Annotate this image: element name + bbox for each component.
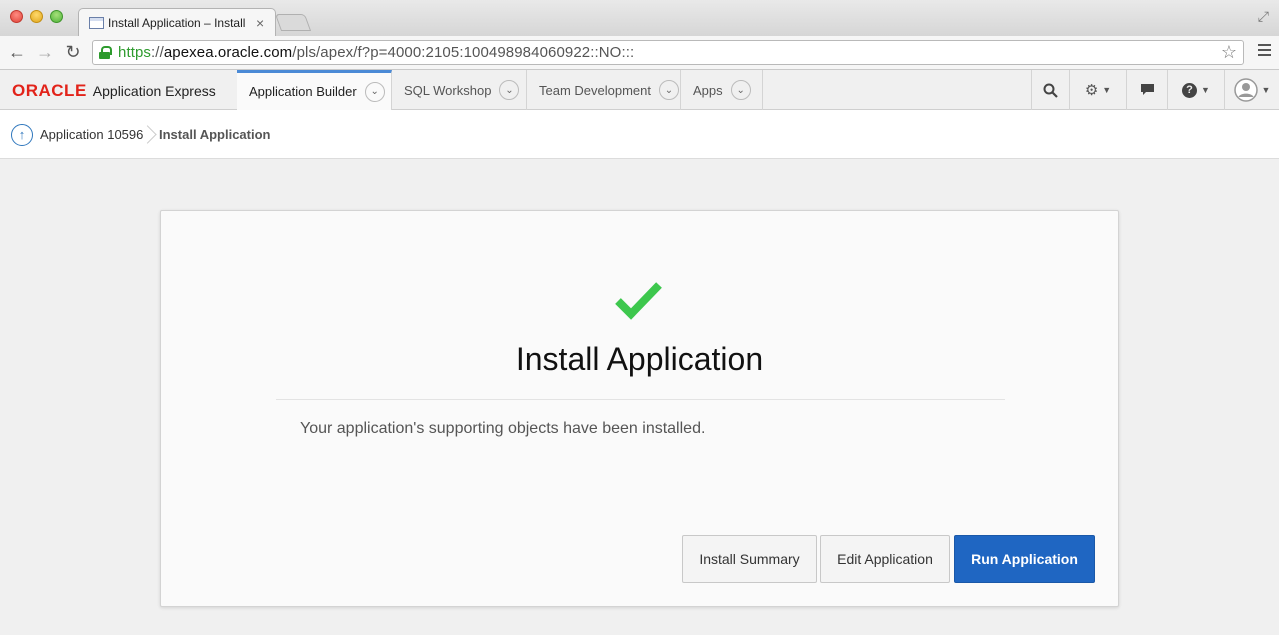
dialog-title: Install Application bbox=[515, 341, 764, 377]
url-host: apexea.oracle.com bbox=[163, 44, 293, 61]
tab-sql-workshop[interactable]: SQL Workshop ⌄ bbox=[392, 70, 527, 110]
breadcrumb-parent-link[interactable]: Application 10596 bbox=[40, 127, 143, 142]
url-path: /pls/apex/f?p=4000:2105:100498984060922:… bbox=[292, 44, 635, 61]
success-check-icon bbox=[615, 282, 662, 320]
forward-button[interactable]: → bbox=[35, 42, 55, 62]
tab-label: SQL Workshop bbox=[404, 82, 492, 98]
chevron-down-icon[interactable]: ⌄ bbox=[730, 80, 751, 100]
tab-title: Install Application – Install bbox=[108, 15, 246, 30]
tab-label: Team Development bbox=[539, 82, 651, 98]
reload-button[interactable]: ↻ bbox=[63, 42, 83, 62]
help-menu-button[interactable]: ? ▼ bbox=[1167, 70, 1224, 110]
new-tab-button[interactable] bbox=[274, 14, 312, 31]
caret-down-icon: ▼ bbox=[1261, 85, 1271, 95]
bookmark-star-icon[interactable]: ☆ bbox=[1221, 42, 1237, 63]
close-tab-icon[interactable]: × bbox=[256, 15, 264, 31]
search-icon bbox=[1043, 83, 1058, 98]
back-button[interactable]: ← bbox=[7, 42, 27, 62]
url-scheme: https bbox=[118, 44, 152, 61]
chevron-down-icon[interactable]: ⌄ bbox=[659, 80, 679, 100]
apex-header: ORACLE Application Express Application B… bbox=[0, 70, 1279, 110]
gears-icon: ⚙ bbox=[1084, 82, 1099, 99]
close-window-button[interactable] bbox=[10, 10, 23, 23]
install-summary-button[interactable]: Install Summary bbox=[682, 535, 817, 583]
zoom-window-button[interactable] bbox=[50, 10, 63, 23]
chevron-down-icon[interactable]: ⌄ bbox=[499, 80, 520, 100]
user-menu-button[interactable]: ▼ bbox=[1224, 70, 1279, 110]
oracle-apex-logo[interactable]: ORACLE Application Express bbox=[12, 81, 216, 101]
tab-label: Apps bbox=[693, 82, 723, 98]
install-success-card: Install Application Your application's s… bbox=[160, 210, 1119, 607]
browser-titlebar: Install Application – Install × ⤢ bbox=[0, 0, 1279, 36]
browser-tab[interactable]: Install Application – Install × bbox=[78, 8, 276, 36]
oracle-brand: ORACLE bbox=[12, 81, 87, 100]
chevron-down-icon[interactable]: ⌄ bbox=[364, 81, 385, 102]
breadcrumb-separator bbox=[145, 123, 157, 147]
feedback-button[interactable] bbox=[1126, 70, 1167, 110]
product-name: Application Express bbox=[92, 83, 216, 99]
edit-application-button[interactable]: Edit Application bbox=[820, 535, 950, 583]
search-button[interactable] bbox=[1031, 70, 1069, 110]
caret-down-icon: ▼ bbox=[1102, 85, 1112, 95]
breadcrumb-current: Install Application bbox=[159, 127, 271, 142]
run-application-button[interactable]: Run Application bbox=[954, 535, 1095, 583]
address-bar[interactable]: https://apexea.oracle.com/pls/apex/f?p=4… bbox=[92, 40, 1244, 65]
url-text: https://apexea.oracle.com/pls/apex/f?p=4… bbox=[118, 44, 634, 61]
url-separator: :// bbox=[151, 44, 164, 61]
tab-label: Application Builder bbox=[249, 84, 357, 99]
user-avatar-icon bbox=[1233, 78, 1258, 102]
browser-toolbar: ← → ↻ https://apexea.oracle.com/pls/apex… bbox=[0, 36, 1279, 70]
tab-apps[interactable]: Apps ⌄ bbox=[681, 70, 763, 110]
browser-menu-icon[interactable] bbox=[1258, 44, 1271, 59]
lock-icon bbox=[99, 46, 112, 59]
navigate-up-icon[interactable]: ↑ bbox=[11, 124, 33, 146]
divider bbox=[276, 399, 1005, 400]
caret-down-icon: ▼ bbox=[1201, 85, 1210, 95]
minimize-window-button[interactable] bbox=[30, 10, 43, 23]
chat-bubble-icon bbox=[1140, 84, 1154, 95]
tab-application-builder[interactable]: Application Builder ⌄ bbox=[237, 70, 392, 110]
tab-team-development[interactable]: Team Development ⌄ bbox=[527, 70, 681, 110]
help-icon: ? bbox=[1182, 82, 1198, 98]
fullscreen-icon[interactable]: ⤢ bbox=[1258, 8, 1269, 25]
breadcrumb: ↑ Application 10596 Install Application bbox=[0, 110, 1279, 159]
page-icon bbox=[89, 16, 104, 29]
success-message: Your application's supporting objects ha… bbox=[300, 420, 706, 437]
administration-menu-button[interactable]: ⚙ ▼ bbox=[1069, 70, 1126, 110]
